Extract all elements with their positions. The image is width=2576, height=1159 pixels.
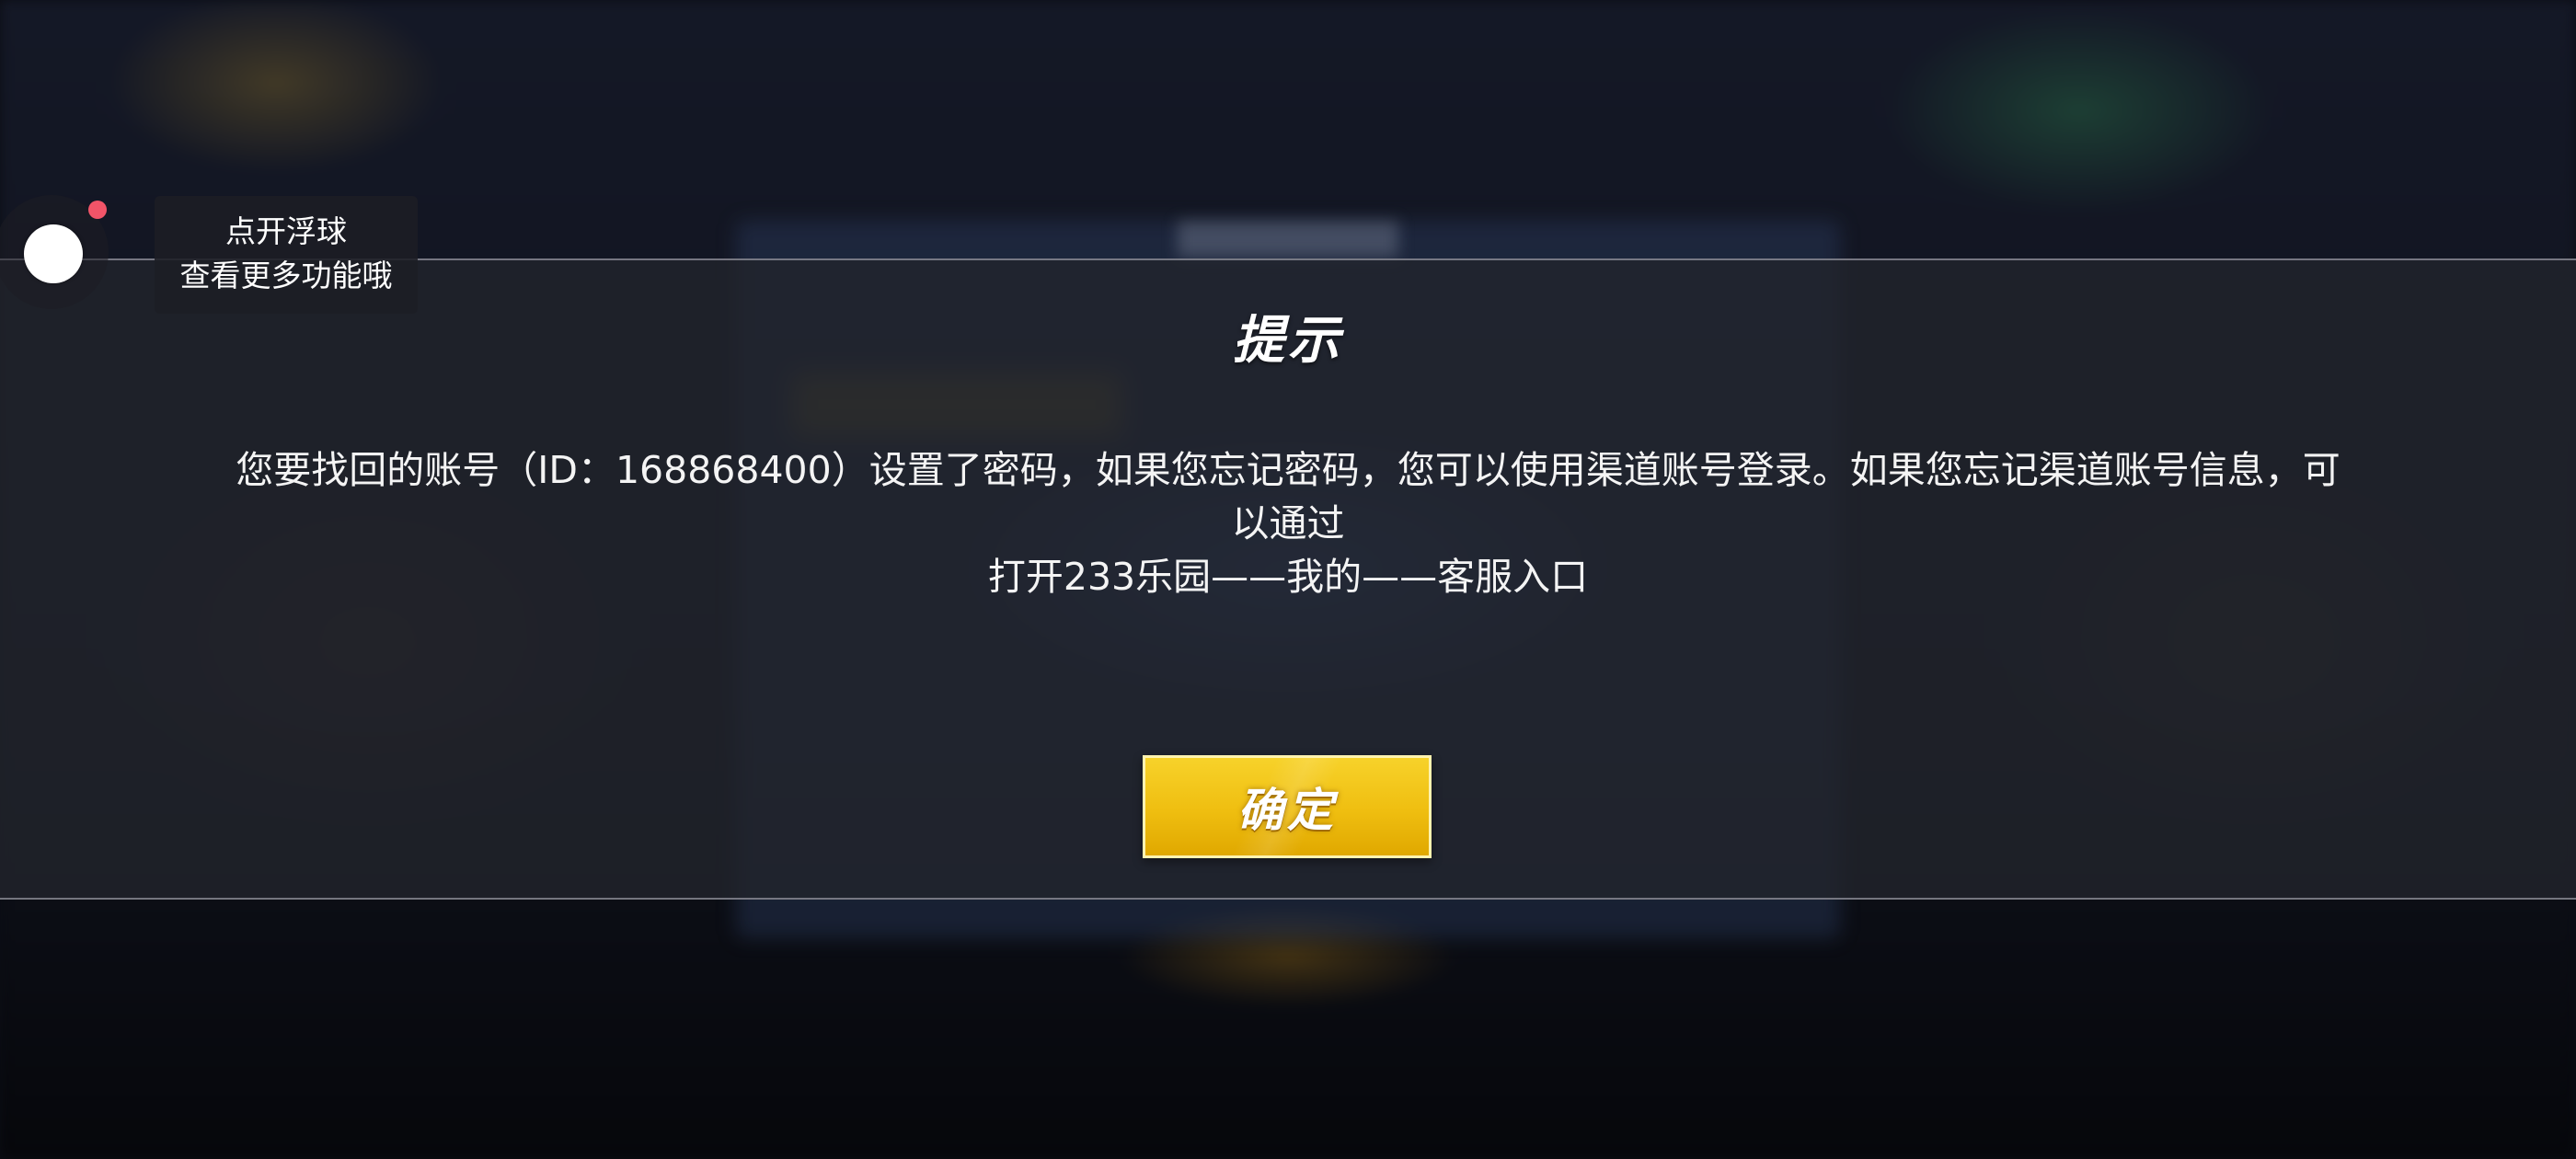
floating-ball-tooltip: 点开浮球 查看更多功能哦 — [155, 196, 418, 314]
notification-dot-icon — [88, 201, 107, 219]
floating-ball-icon[interactable] — [24, 224, 83, 283]
blurred-background-panel-header — [1178, 221, 1398, 258]
dialog-message-line: 以通过 — [1231, 501, 1345, 545]
dialog-message-line: 您要找回的账号（ID：168868400）设置了密码，如果您忘记密码，您可以使用… — [236, 448, 2340, 492]
game-screen: 提示 您要找回的账号（ID：168868400）设置了密码，如果您忘记密码，您可… — [0, 0, 2576, 1159]
confirm-button-label: 确定 — [1237, 784, 1337, 837]
floating-ball-tooltip-line: 点开浮球 — [225, 213, 347, 249]
dialog-message-line: 打开233乐园——我的——客服入口 — [987, 555, 1589, 599]
confirm-button[interactable]: 确定 — [1143, 755, 1432, 858]
dialog-message: 您要找回的账号（ID：168868400）设置了密码，如果您忘记密码，您可以使用… — [101, 443, 2475, 603]
floating-ball-tooltip-line: 查看更多功能哦 — [179, 258, 393, 293]
